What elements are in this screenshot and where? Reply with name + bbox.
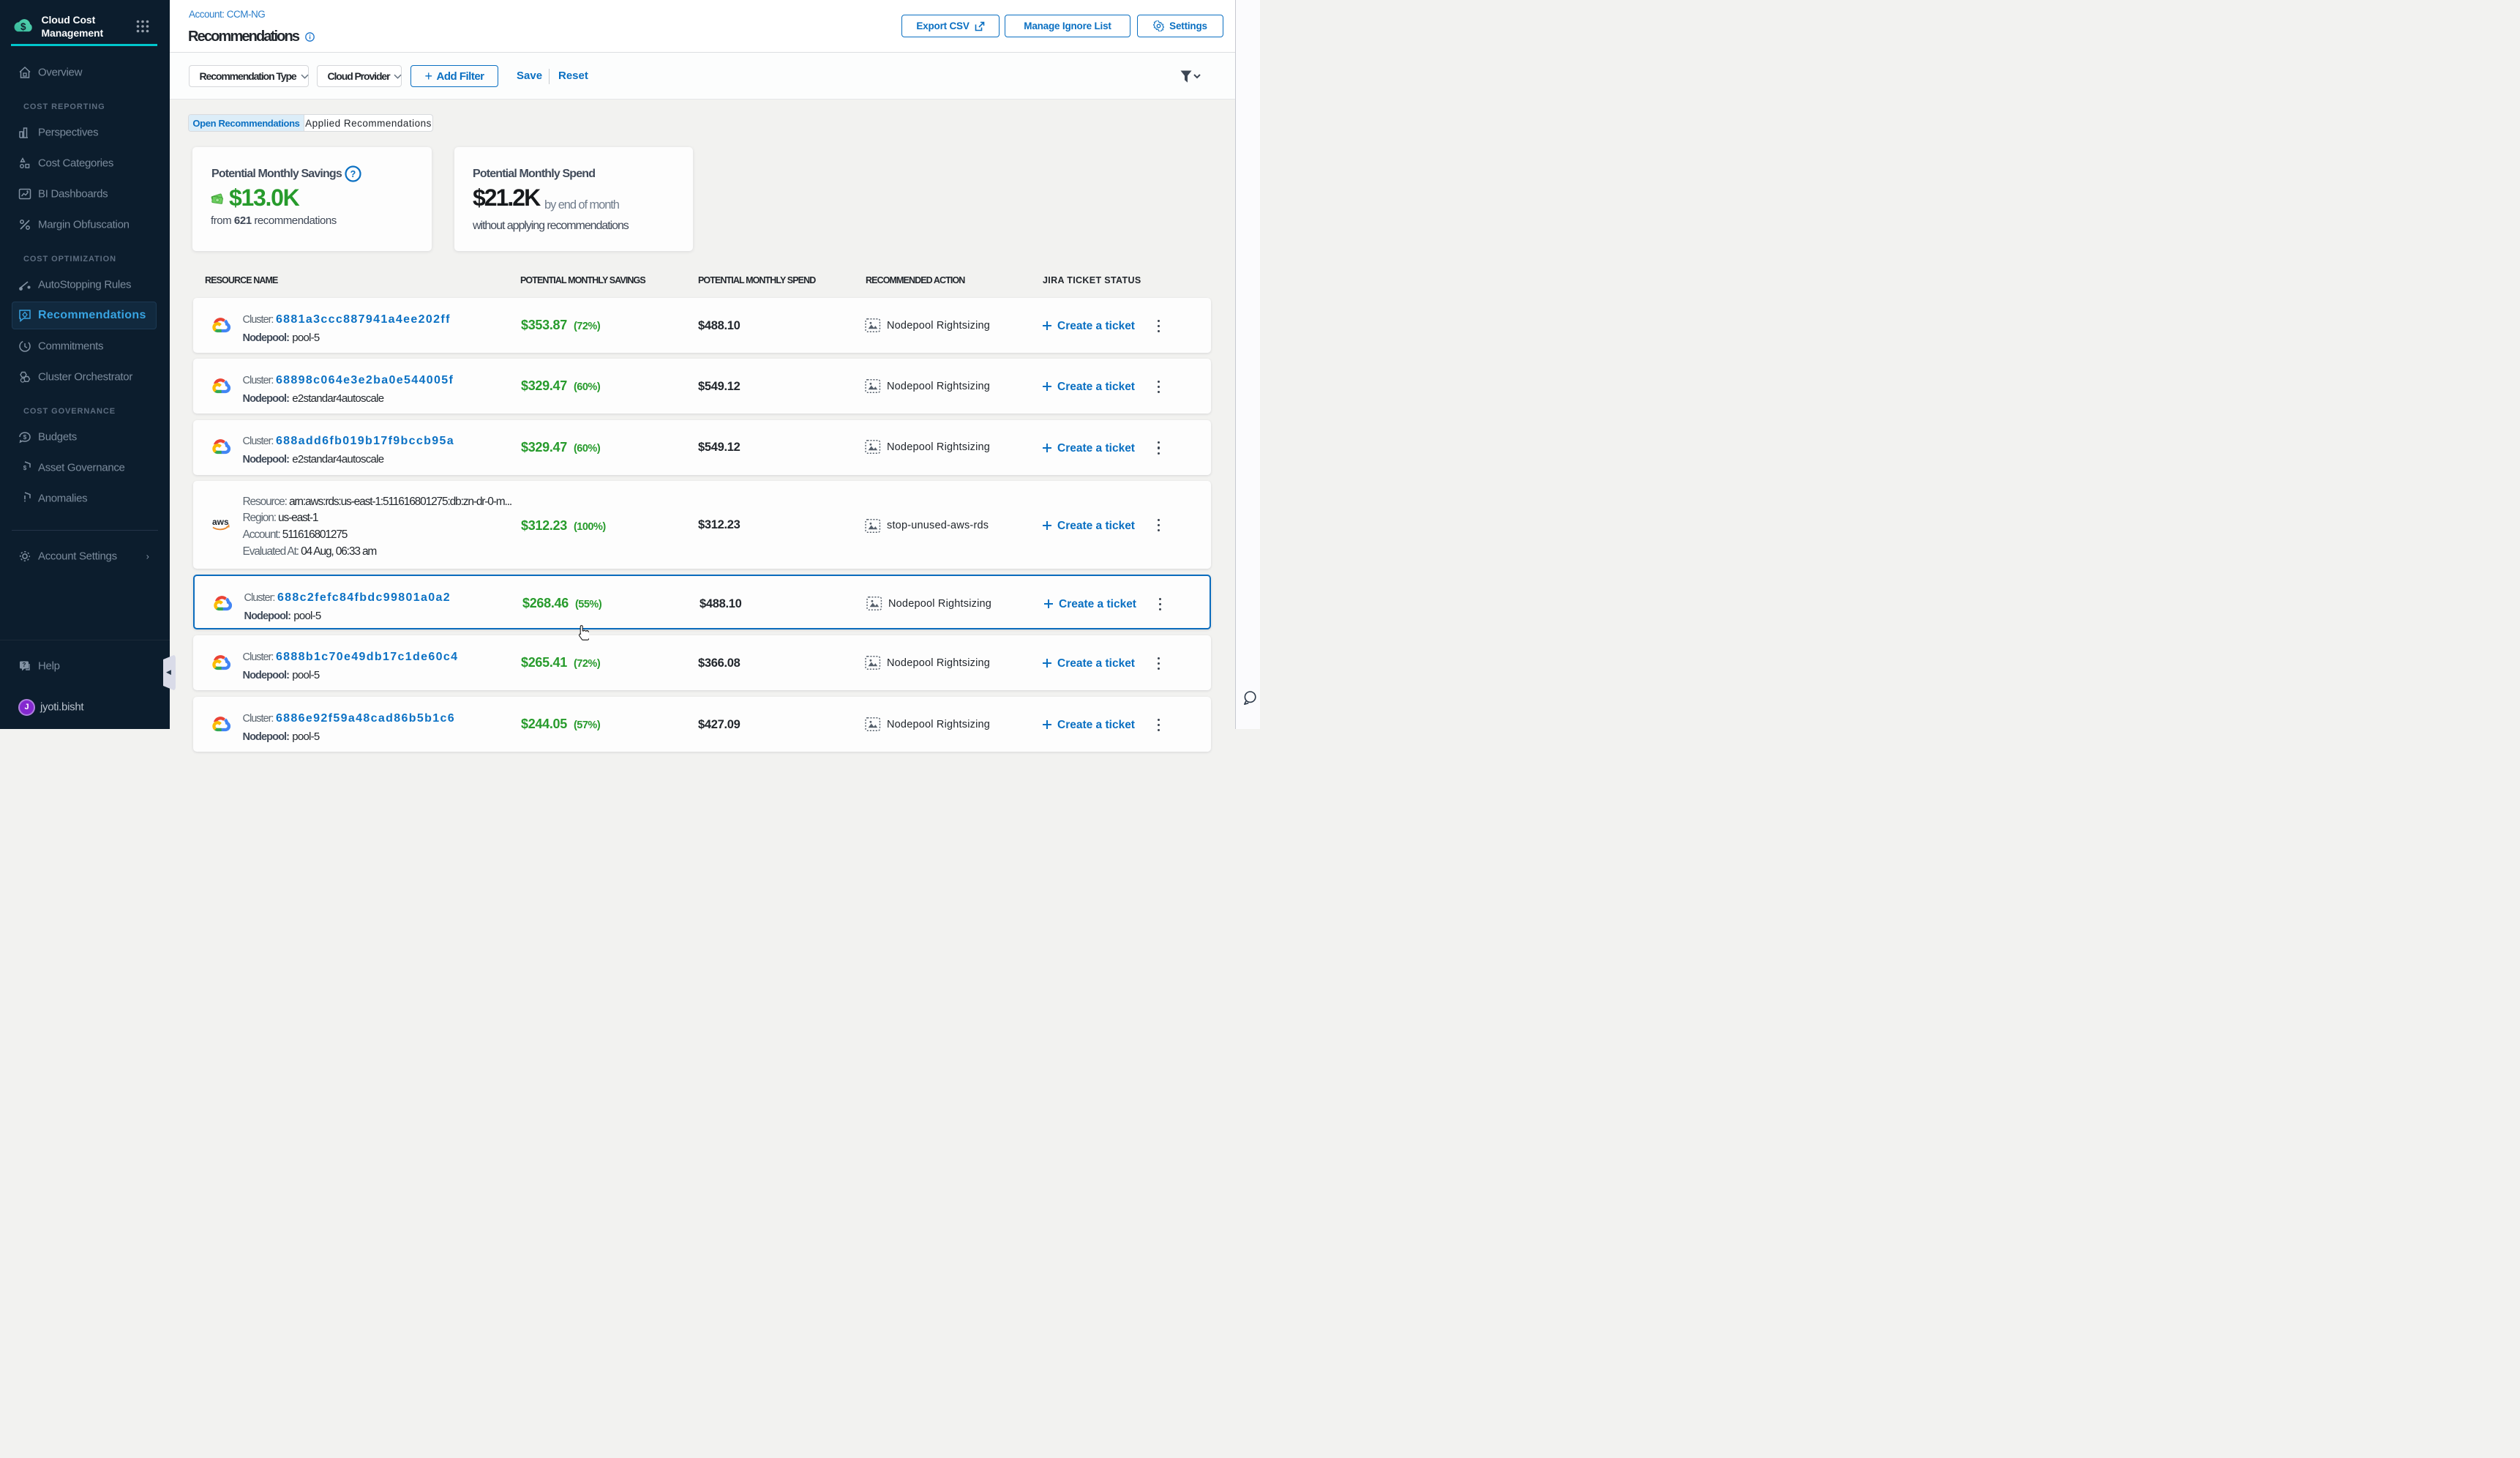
svg-text:?: ? xyxy=(23,662,26,668)
svg-text:$: $ xyxy=(20,21,26,32)
svg-text:$: $ xyxy=(23,434,27,441)
svg-text:$: $ xyxy=(23,465,27,471)
svg-text:aws: aws xyxy=(212,517,229,527)
svg-text:?: ? xyxy=(350,169,356,179)
